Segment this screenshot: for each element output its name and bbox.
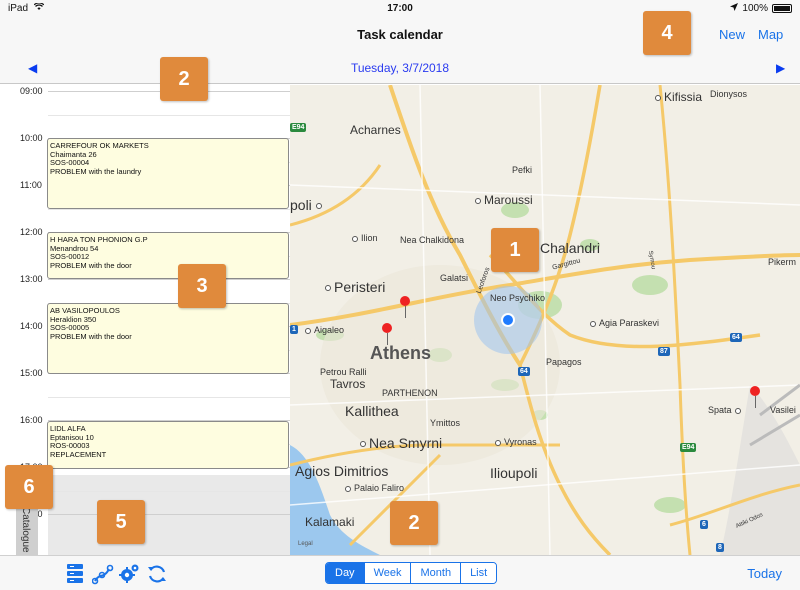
half-hour-line bbox=[48, 115, 290, 116]
hour-label: 11:00 bbox=[20, 180, 42, 190]
map-label: Nea Smyrni bbox=[360, 435, 442, 451]
catalogue-label: Catalogue bbox=[20, 507, 31, 553]
task-issue: PROBLEM with the laundry bbox=[50, 166, 142, 176]
segment-list[interactable]: List bbox=[460, 563, 497, 583]
road-shield: 87 bbox=[658, 347, 670, 356]
segment-week[interactable]: Week bbox=[363, 563, 411, 583]
segment-day[interactable]: Day bbox=[326, 563, 364, 583]
callout-marker: 5 bbox=[97, 500, 145, 544]
task-location-pin-icon[interactable] bbox=[382, 323, 392, 345]
road-shield: 6 bbox=[700, 520, 708, 529]
task-card[interactable]: CARREFOUR OK MARKETS Chaimanta 26 SOS-00… bbox=[47, 138, 289, 209]
map-label: Pikerm bbox=[768, 257, 797, 267]
road-shield: 8 bbox=[716, 543, 724, 552]
view-mode-segmented-control[interactable]: Day Week Month List bbox=[325, 562, 498, 584]
callout-marker: 1 bbox=[491, 228, 539, 272]
map-label: poli bbox=[290, 197, 325, 213]
task-card[interactable]: H HARA TON PHONION G.P Menandrou 54 SOS-… bbox=[47, 232, 289, 279]
task-location-pin-icon[interactable] bbox=[400, 296, 410, 318]
map-label: Papagos bbox=[546, 357, 582, 367]
map-button[interactable]: Map bbox=[758, 27, 783, 42]
today-button[interactable]: Today bbox=[747, 566, 782, 581]
map-label: Pefki bbox=[512, 165, 533, 175]
map-label: Chalandri bbox=[540, 240, 600, 256]
database-icon[interactable] bbox=[66, 563, 88, 585]
callout-marker: 3 bbox=[178, 264, 226, 308]
day-timeline[interactable]: 09:00 10:00 11:00 12:00 13:00 14:00 15:0… bbox=[18, 85, 290, 555]
half-hour-line bbox=[48, 397, 290, 398]
location-arrow-icon bbox=[730, 3, 739, 14]
status-right: 100% bbox=[730, 3, 792, 14]
road-shield: E94 bbox=[680, 443, 697, 452]
map-label: Dionysos bbox=[710, 89, 748, 99]
half-hour-line bbox=[48, 209, 290, 210]
task-location-pin-icon[interactable] bbox=[750, 386, 760, 408]
road-shield: 64 bbox=[730, 333, 742, 342]
map-legal-link[interactable]: Legal bbox=[298, 541, 313, 547]
map-label: Palaio Faliro bbox=[345, 483, 404, 493]
task-card[interactable]: LIDL ALFA Eptanisou 10 ROS-00003 REPLACE… bbox=[47, 421, 289, 469]
map-label: Petrou Ralli bbox=[320, 367, 367, 377]
task-issue: PROBLEM with the door bbox=[50, 331, 132, 341]
map-label: Tavros bbox=[330, 377, 366, 391]
hour-label: 10:00 bbox=[20, 133, 43, 143]
current-location-dot bbox=[501, 313, 515, 327]
bottom-toolbar: Day Week Month List Today bbox=[0, 555, 800, 590]
callout-marker: 6 bbox=[5, 465, 53, 509]
settings-gears-icon[interactable] bbox=[118, 563, 140, 585]
hour-label: 15:00 bbox=[20, 368, 43, 378]
route-icon[interactable] bbox=[91, 563, 114, 585]
callout-marker: 4 bbox=[643, 11, 691, 55]
map-label: Neo Psychiko bbox=[490, 293, 546, 303]
hour-line bbox=[48, 514, 290, 515]
map-label: Agia Paraskevi bbox=[590, 318, 659, 328]
map-label: Vyronas bbox=[495, 437, 537, 447]
next-day-arrow-icon[interactable]: ▶ bbox=[776, 61, 785, 75]
map-label: Maroussi bbox=[475, 193, 533, 207]
map-view[interactable]: Kifissia Dionysos Acharnes Pefki Marouss… bbox=[290, 85, 800, 555]
map-label: Nea Chalkidona bbox=[400, 235, 465, 245]
battery-icon bbox=[772, 4, 792, 13]
map-label: Aigaleo bbox=[305, 325, 344, 335]
map-label: Agios Dimitrios bbox=[295, 463, 389, 479]
map-label: Galatsi bbox=[440, 273, 469, 283]
map-label: Peristeri bbox=[325, 279, 385, 295]
new-button[interactable]: New bbox=[719, 27, 745, 42]
half-hour-line bbox=[48, 491, 290, 492]
map-label: Acharnes bbox=[350, 123, 401, 137]
hour-label: 14:00 bbox=[20, 321, 43, 331]
hour-label: 09:00 bbox=[20, 86, 43, 96]
hour-label: 16:00 bbox=[20, 415, 43, 425]
date-bar: ◀ Tuesday, 3/7/2018 ▶ bbox=[0, 52, 800, 84]
map-label: Kallithea bbox=[345, 403, 399, 419]
road-shield: 1 bbox=[290, 325, 298, 334]
map-label: Spata bbox=[708, 405, 744, 415]
hour-line bbox=[48, 279, 290, 280]
road-shield: E94 bbox=[290, 123, 307, 132]
map-label: Kifissia bbox=[655, 90, 702, 104]
battery-percent: 100% bbox=[742, 3, 768, 14]
task-issue: PROBLEM with the door bbox=[50, 260, 132, 270]
road-shield: 64 bbox=[518, 367, 530, 376]
task-issue: REPLACEMENT bbox=[50, 449, 107, 459]
current-date[interactable]: Tuesday, 3/7/2018 bbox=[0, 61, 800, 75]
hour-label: 13:00 bbox=[20, 274, 43, 284]
map-label: PARTHENON bbox=[382, 388, 438, 398]
hour-label: 12:00 bbox=[20, 227, 43, 237]
map-label: Ymittos bbox=[430, 418, 461, 428]
map-label: Kalamaki bbox=[305, 515, 355, 529]
segment-month[interactable]: Month bbox=[410, 563, 461, 583]
sync-refresh-icon[interactable] bbox=[146, 563, 168, 585]
map-label: Athens bbox=[370, 343, 432, 363]
callout-marker: 2 bbox=[390, 501, 438, 545]
off-hours-zone bbox=[48, 475, 290, 555]
callout-marker: 2 bbox=[160, 57, 208, 101]
map-label: Vasilei bbox=[770, 405, 796, 415]
map-label: Ilion bbox=[352, 233, 378, 243]
map-label: Ilioupoli bbox=[490, 465, 538, 481]
task-card[interactable]: AB VASILOPOULOS Heraklion 350 SOS-00005 … bbox=[47, 303, 289, 374]
